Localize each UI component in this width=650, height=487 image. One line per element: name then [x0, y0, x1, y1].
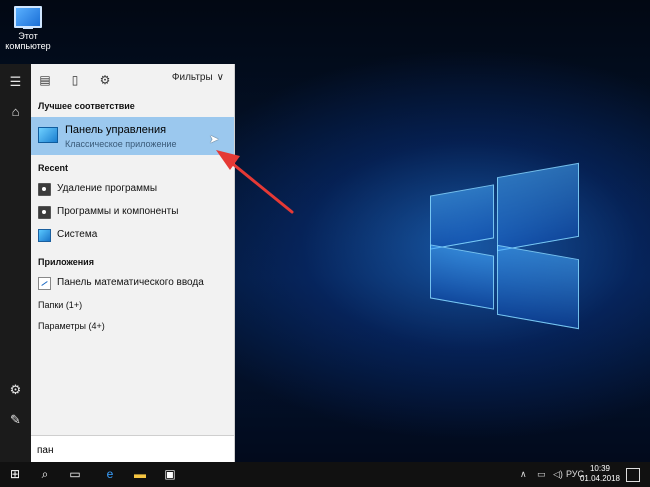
recent-item-label: Удаление программы — [57, 183, 158, 194]
recent-item[interactable]: Программы и компоненты — [31, 201, 234, 223]
best-match-title: Панель управления — [65, 124, 167, 136]
clock[interactable]: 10:39 01.04.2018 — [580, 464, 620, 484]
best-match-result[interactable]: Панель управления Классическое приложени… — [31, 117, 234, 155]
search-input[interactable] — [35, 440, 229, 460]
hamburger-menu-icon[interactable]: ☰ — [0, 70, 31, 94]
desktop-icon-this-pc[interactable]: Этот компьютер — [4, 6, 52, 51]
search-icon[interactable]: ⌕ — [32, 462, 58, 487]
wallpaper-pane-4 — [497, 244, 579, 330]
recent-heading: Recent — [38, 163, 69, 173]
filters-label: Фильтры — [171, 72, 213, 83]
home-icon[interactable]: ⌂ — [0, 100, 31, 124]
clock-time: 10:39 — [589, 464, 610, 473]
wallpaper-pane-1 — [430, 184, 494, 250]
best-match-heading: Лучшее соответствие — [38, 101, 135, 111]
network-icon[interactable]: ▭ — [537, 462, 546, 487]
apps-heading: Приложения — [38, 257, 94, 267]
system-icon — [38, 229, 51, 242]
recent-item[interactable]: Удаление программы — [31, 178, 234, 200]
math-input-panel-icon — [38, 277, 51, 290]
search-results-panel: ▤ ▯ ⚙ Фильтры ∨ Лучшее соответствие Панел… — [31, 64, 235, 463]
recent-item[interactable]: Система — [31, 224, 234, 246]
wallpaper-pane-3 — [430, 244, 494, 310]
edge-browser-icon[interactable]: e — [97, 462, 123, 487]
folders-heading[interactable]: Папки (1+) — [38, 300, 82, 310]
app-item[interactable]: Панель математического ввода — [31, 272, 234, 294]
start-windows-icon[interactable]: ⊞ — [2, 462, 28, 487]
search-box[interactable] — [31, 435, 234, 463]
settings-gear-icon[interactable]: ⚙ — [0, 378, 31, 402]
clock-date: 01.04.2018 — [579, 474, 620, 483]
chevron-down-icon: ∨ — [216, 72, 224, 83]
programs-icon — [38, 206, 51, 219]
feedback-icon[interactable]: ✎ — [0, 408, 31, 432]
recent-item-label: Система — [57, 229, 98, 240]
start-left-rail: ☰ ⌂ ⚙ ✎ — [0, 64, 31, 462]
settings-heading[interactable]: Параметры (4+) — [38, 321, 105, 331]
search-scope-bar: ▤ ▯ ⚙ Фильтры ∨ — [31, 64, 234, 96]
control-panel-icon — [38, 127, 58, 143]
notifications-icon[interactable] — [626, 468, 640, 482]
taskbar: ⊞ ⌕ ▭ e ▬ ▣ ∧ ▭ ◁) РУС 10:39 01.04.2018 — [0, 462, 650, 487]
desktop-icon-label: Этот компьютер — [5, 31, 51, 51]
tray-chevron-up-icon[interactable]: ∧ — [520, 462, 527, 487]
best-match-subtitle: Классическое приложение — [65, 139, 177, 149]
settings-scope-icon[interactable]: ⚙ — [95, 70, 115, 90]
task-view-icon[interactable]: ▭ — [62, 462, 88, 487]
file-explorer-icon[interactable]: ▬ — [127, 462, 153, 487]
recent-item-label: Программы и компоненты — [57, 206, 179, 217]
filters-dropdown[interactable]: Фильтры ∨ — [172, 72, 224, 83]
documents-scope-icon[interactable]: ▯ — [65, 70, 85, 90]
programs-icon — [38, 183, 51, 196]
app-item-label: Панель математического ввода — [57, 277, 204, 288]
computer-icon — [14, 6, 42, 29]
store-icon[interactable]: ▣ — [157, 462, 183, 487]
volume-icon[interactable]: ◁) — [553, 462, 563, 487]
mouse-cursor-icon: ➤ — [209, 132, 220, 146]
wallpaper-pane-2 — [497, 162, 579, 252]
apps-scope-icon[interactable]: ▤ — [35, 70, 55, 90]
